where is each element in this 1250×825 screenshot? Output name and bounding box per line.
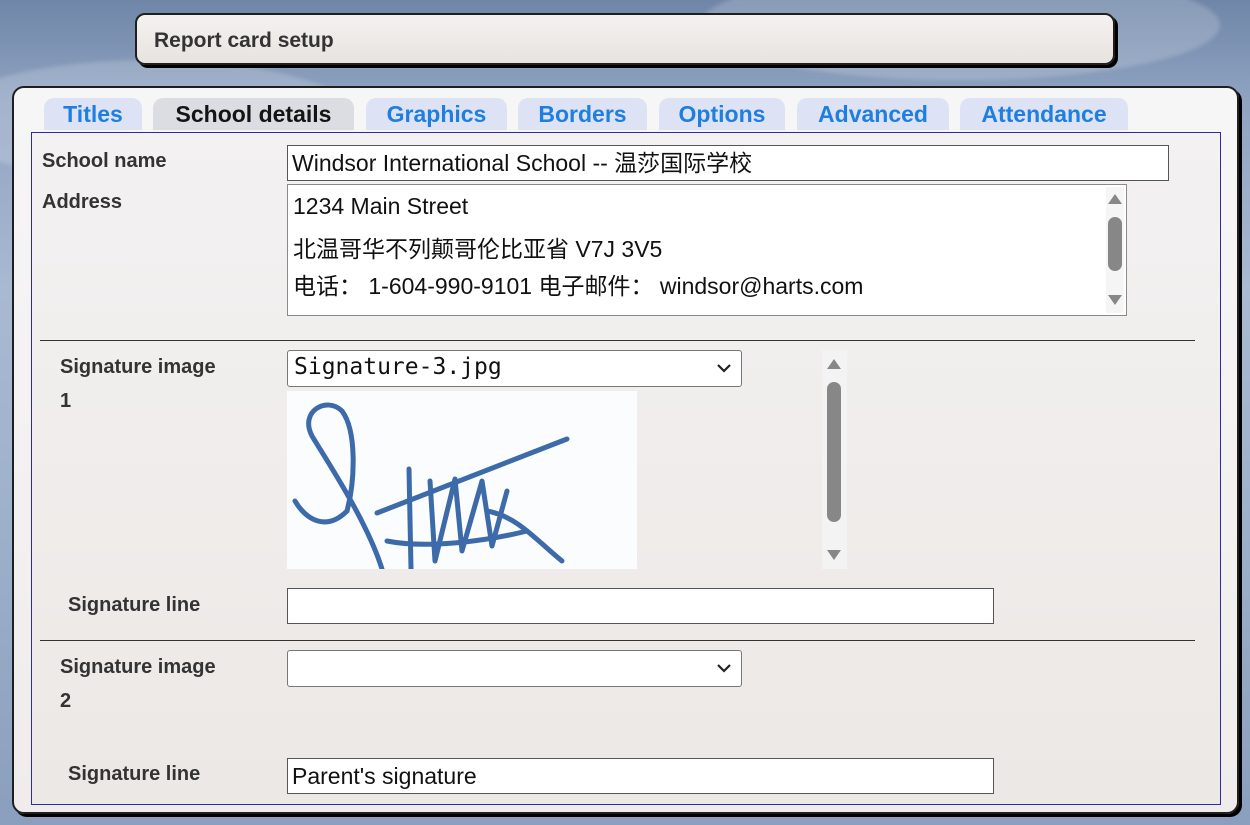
section-divider: [40, 340, 1195, 341]
tab-label: Options: [678, 101, 766, 127]
school-name-input[interactable]: Windsor International School -- 温莎国际学校: [287, 145, 1169, 181]
tab-label: Attendance: [981, 101, 1107, 127]
tab-label: Graphics: [386, 101, 487, 127]
signature-image-2-label: Signature image: [60, 656, 216, 678]
tab-label: Advanced: [818, 101, 928, 127]
chevron-down-icon: [717, 364, 731, 373]
scroll-up-icon[interactable]: [827, 359, 841, 369]
address-line: 电话： 1-604-990-9101 电子邮件： windsor@harts.c…: [293, 273, 864, 299]
image-list-scrollbar[interactable]: [822, 350, 847, 569]
address-scrollbar[interactable]: [1106, 187, 1124, 313]
signature-image-2-select[interactable]: [287, 650, 742, 687]
scroll-thumb[interactable]: [827, 382, 841, 522]
signature-drawing: [292, 402, 570, 572]
tab-graphics[interactable]: Graphics: [366, 98, 507, 130]
address-label: Address: [42, 191, 123, 213]
signature-image-1-select[interactable]: Signature-3.jpg: [287, 350, 742, 387]
signature-line-2-input[interactable]: Parent's signature: [287, 758, 994, 794]
tab-titles[interactable]: Titles: [44, 98, 142, 130]
school-name-label: School name: [42, 150, 167, 172]
tab-borders[interactable]: Borders: [518, 98, 647, 130]
signature-image-1-number: 1: [60, 390, 72, 412]
scroll-up-icon[interactable]: [1108, 194, 1122, 204]
address-textarea[interactable]: 1234 Main Street 北温哥华不列颠哥伦比亚省 V7J 3V5 电话…: [287, 184, 1127, 316]
scroll-thumb[interactable]: [1108, 217, 1122, 271]
tab-label: School details: [175, 101, 332, 127]
selected-value: Signature-3.jpg: [294, 354, 502, 380]
tab-school-details[interactable]: School details: [153, 98, 354, 130]
address-line: 北温哥华不列颠哥伦比亚省 V7J 3V5: [293, 236, 663, 262]
scroll-down-icon[interactable]: [1108, 295, 1122, 305]
signature-line-1-label: Signature line: [68, 594, 201, 616]
signature-image-1-label: Signature image: [60, 356, 216, 378]
signature-image-2-number: 2: [60, 690, 72, 712]
chevron-down-icon: [717, 664, 731, 673]
tab-attendance[interactable]: Attendance: [960, 98, 1128, 130]
window-title: Report card setup: [154, 29, 334, 52]
scroll-down-icon[interactable]: [827, 550, 841, 560]
tab-label: Borders: [538, 101, 627, 127]
tab-advanced[interactable]: Advanced: [797, 98, 949, 130]
signature-line-2-label: Signature line: [68, 763, 201, 785]
section-divider: [40, 640, 1195, 641]
tab-options[interactable]: Options: [659, 98, 785, 130]
address-line: 1234 Main Street: [293, 193, 469, 219]
signature-image-preview: [287, 391, 637, 572]
window-title-bar: Report card setup: [135, 13, 1115, 65]
signature-line-1-input[interactable]: [287, 588, 994, 624]
tab-label: Titles: [63, 101, 123, 127]
